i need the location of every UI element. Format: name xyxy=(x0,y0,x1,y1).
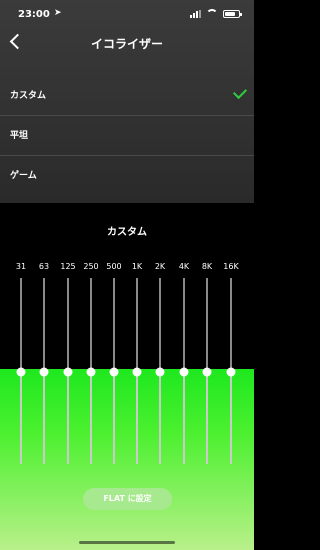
slider-track-lower xyxy=(43,373,45,464)
home-indicator xyxy=(79,541,175,544)
slider-track-lower xyxy=(20,373,22,464)
slider-knob[interactable] xyxy=(109,367,119,377)
preset-item-flat[interactable]: 平坦 xyxy=(0,116,254,156)
band-label: 500 xyxy=(106,262,122,271)
nav-bar: イコライザー xyxy=(0,30,254,56)
equalizer-fill xyxy=(0,369,254,550)
slider-knob[interactable] xyxy=(155,367,165,377)
preset-label: ゲーム xyxy=(10,171,37,181)
checkmark-icon xyxy=(232,84,248,100)
band-label: 31 xyxy=(15,262,27,271)
location-icon: ➤ xyxy=(54,8,62,18)
preset-item-custom[interactable]: カスタム xyxy=(0,76,254,116)
slider-knob[interactable] xyxy=(226,367,236,377)
band-label: 250 xyxy=(83,262,99,271)
slider-track-lower xyxy=(136,373,138,464)
band-label: 16K xyxy=(223,262,239,271)
preset-label: 平坦 xyxy=(10,131,29,141)
battery-icon xyxy=(223,9,242,18)
band-label: 4K xyxy=(178,262,190,271)
frequency-labels: 31 63 125 250 500 1K 2K 4K 8K 16K xyxy=(0,262,254,274)
band-label: 8K xyxy=(201,262,213,271)
slider-knob[interactable] xyxy=(63,367,73,377)
band-label: 1K xyxy=(131,262,143,271)
slider-knob[interactable] xyxy=(202,367,212,377)
slider-track-lower xyxy=(90,373,92,464)
slider-track-lower xyxy=(159,373,161,464)
equalizer-title: カスタム xyxy=(107,227,147,238)
status-time: 23:00 xyxy=(18,9,50,20)
page-title: イコライザー xyxy=(90,37,163,51)
slider-knob[interactable] xyxy=(179,367,189,377)
slider-track-lower xyxy=(206,373,208,464)
slider-track-lower xyxy=(183,373,185,464)
slider-knob[interactable] xyxy=(39,367,49,377)
band-label: 63 xyxy=(38,262,50,271)
set-flat-button[interactable]: FLAT に設定 xyxy=(83,488,172,510)
slider-track-lower xyxy=(230,373,232,464)
signal-icon xyxy=(190,9,201,18)
slider-track-lower xyxy=(113,373,115,464)
preset-item-game[interactable]: ゲーム xyxy=(0,156,254,196)
slider-track-lower xyxy=(67,373,69,464)
preset-label: カスタム xyxy=(10,91,47,101)
wifi-icon xyxy=(206,9,218,18)
status-bar: 23:00 ➤ xyxy=(0,6,254,24)
preset-list: カスタム 平坦 ゲーム xyxy=(0,76,254,196)
slider-knob[interactable] xyxy=(86,367,96,377)
slider-knob[interactable] xyxy=(16,367,26,377)
slider-knob[interactable] xyxy=(132,367,142,377)
band-label: 2K xyxy=(154,262,166,271)
band-label: 125 xyxy=(60,262,76,271)
